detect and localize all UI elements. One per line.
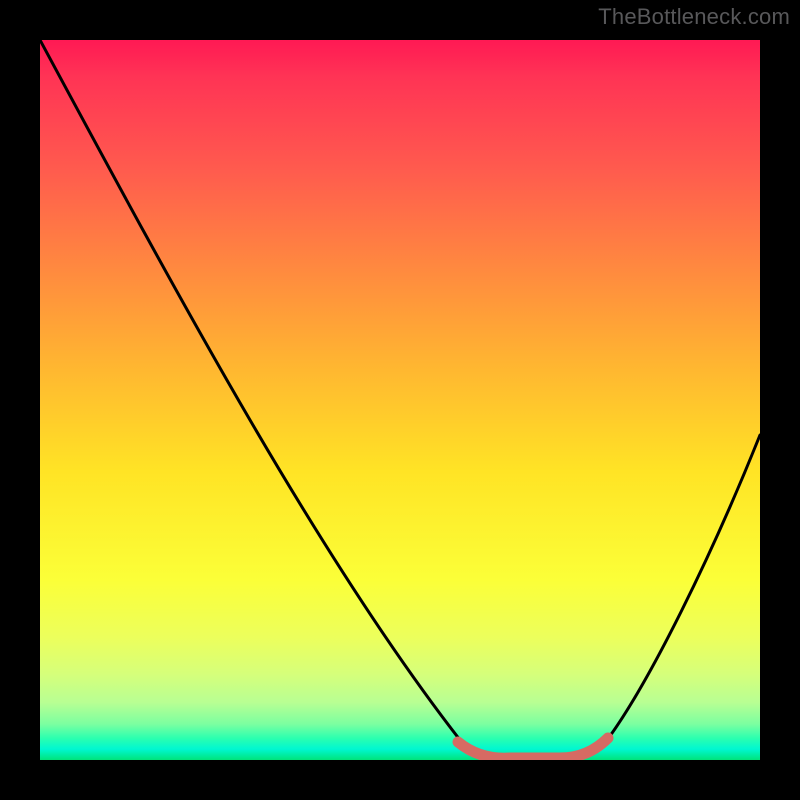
plot-border — [0, 0, 800, 800]
watermark-text: TheBottleneck.com — [598, 4, 790, 30]
